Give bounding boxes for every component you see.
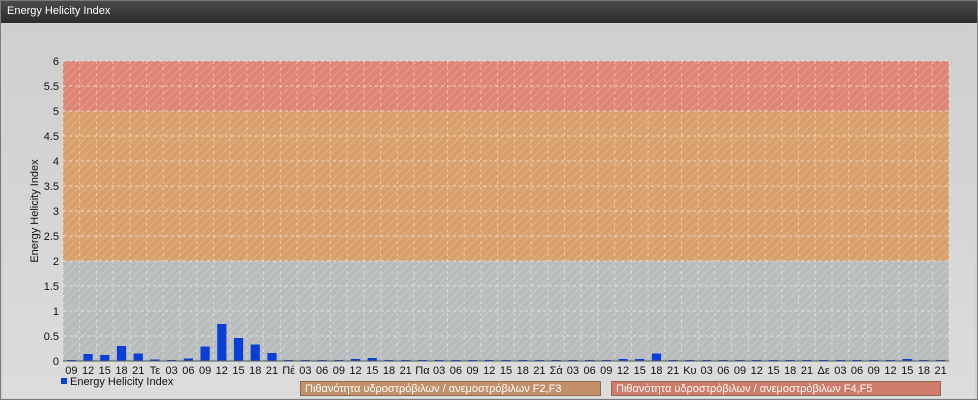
y-tick-label: 0 (53, 356, 59, 368)
x-tick-label: 18 (918, 365, 930, 377)
x-tick-label: 18 (517, 365, 529, 377)
legend-item[interactable]: Energy Helicity Index (61, 376, 173, 388)
x-tick-label: 03 (834, 365, 846, 377)
y-tick-label: 5.5 (44, 81, 59, 93)
x-tick-label: 12 (884, 365, 896, 377)
bar (133, 353, 143, 361)
x-tick-label: 15 (634, 365, 646, 377)
x-tick-label: 18 (383, 365, 395, 377)
legend-swatch (61, 378, 67, 384)
bar (116, 346, 127, 361)
x-tick-label: 09 (199, 365, 211, 377)
x-tick-label: 09 (333, 365, 345, 377)
y-tick-label: 0.5 (44, 331, 59, 343)
y-axis-label: Energy Helicity Index (29, 159, 41, 263)
x-tick-label: 21 (400, 365, 412, 377)
ehi-chart: 00.511.522.533.544.555.5609 12 15 18 21 Τε 03 0… (29, 56, 950, 377)
x-tick-label: 12 (751, 365, 763, 377)
x-tick-label: 21 (667, 365, 679, 377)
x-tick-label: 03 (433, 365, 445, 377)
bar (233, 338, 244, 361)
x-tick-label: 18 (650, 365, 662, 377)
x-tick-label: 21 (935, 365, 947, 377)
y-tick-label: 3.5 (44, 181, 59, 193)
x-tick-label: 21 (266, 365, 278, 377)
x-tick-label: 06 (182, 365, 194, 377)
y-tick-label: 1 (53, 306, 59, 318)
chart-widget: Energy Helicity Index 0 0.5 1 1.5 2 2.5 3 3.5 4 4… (0, 0, 978, 400)
x-tick-label: Δε (817, 365, 829, 377)
x-tick-label: Πα (415, 365, 430, 377)
x-tick-label: 03 (567, 365, 579, 377)
x-tick-label: 06 (450, 365, 462, 377)
x-tick-label: 12 (216, 365, 228, 377)
x-tick-label: 03 (700, 365, 712, 377)
y-tick-label: 1.5 (44, 281, 59, 293)
x-tick-label: 09 (868, 365, 880, 377)
x-tick-label: 12 (483, 365, 495, 377)
y-tick-label: 5 (53, 106, 59, 118)
bar (217, 324, 227, 361)
y-tick-label: 3 (53, 206, 59, 218)
x-tick-label: 12 (349, 365, 361, 377)
x-tick-label: 06 (316, 365, 328, 377)
x-tick-label: 09 (600, 365, 612, 377)
x-tick-label: 15 (232, 365, 244, 377)
y-tick-label: 4 (53, 156, 59, 168)
bar (200, 346, 210, 361)
x-tick-label: 15 (767, 365, 779, 377)
bar (651, 353, 662, 361)
bar (267, 353, 277, 361)
y-tick-label: 4.5 (44, 131, 59, 143)
x-tick-label: 09 (466, 365, 478, 377)
x-tick-label: 06 (851, 365, 863, 377)
y-tick-label: 2.5 (44, 231, 59, 243)
y-tick-label: 2 (53, 256, 59, 268)
x-tick-label: 21 (801, 365, 813, 377)
x-tick-label: 18 (249, 365, 261, 377)
y-tick-label: 6 (53, 56, 59, 68)
x-tick-label: 15 (901, 365, 913, 377)
x-tick-label: 03 (299, 365, 311, 377)
legend-label: Energy Helicity Index (70, 376, 174, 388)
bar (250, 344, 260, 361)
x-tick-label: 06 (583, 365, 595, 377)
x-tick-label: 21 (533, 365, 545, 377)
x-tick-label: Σά (550, 365, 564, 377)
bar (83, 354, 93, 361)
x-tick-label: 15 (500, 365, 512, 377)
bar (100, 355, 110, 361)
x-tick-label: Πέ (282, 365, 295, 377)
x-tick-label: Κυ (683, 365, 696, 377)
band-label-f2f3: Πιθανότητα υδροστρόβιλων / ανεμοστρόβιλω… (300, 381, 601, 396)
x-tick-label: 06 (717, 365, 729, 377)
x-tick-label: 18 (784, 365, 796, 377)
x-tick-label: 12 (617, 365, 629, 377)
x-tick-label: 15 (366, 365, 378, 377)
x-tick-label: 09 (734, 365, 746, 377)
band-label-f4f5: Πιθανότητα υδροστρόβιλων / ανεμοστρόβιλω… (611, 381, 941, 396)
